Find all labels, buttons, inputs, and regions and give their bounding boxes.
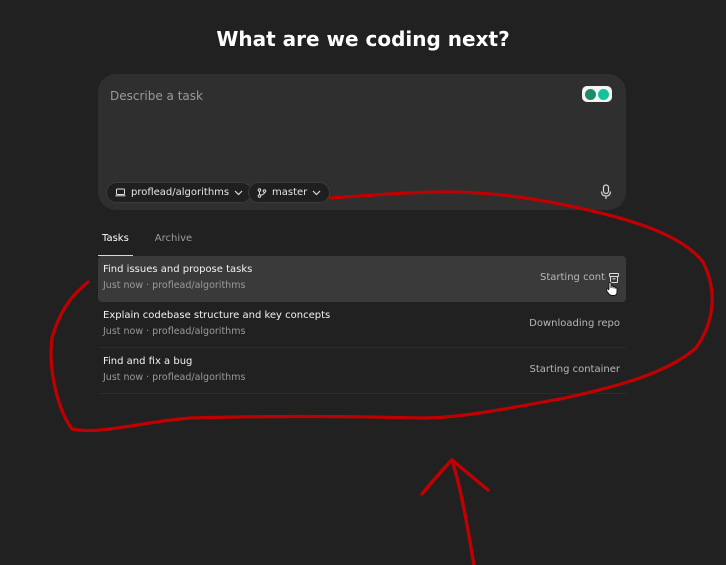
task-input[interactable] <box>110 86 570 106</box>
task-tabs: Tasks Archive <box>98 232 196 256</box>
task-composer: proflead/algorithms master <box>98 74 626 210</box>
branch-selector[interactable]: master <box>248 182 331 203</box>
microphone-icon[interactable] <box>600 184 612 200</box>
task-title: Find and fix a bug <box>103 356 193 367</box>
chevron-down-icon <box>234 190 243 195</box>
branch-label: master <box>272 187 308 198</box>
hand-cursor-icon <box>605 281 618 296</box>
task-row[interactable]: Find and fix a bug Just now · proflead/a… <box>98 348 626 394</box>
task-title: Find issues and propose tasks <box>103 264 253 275</box>
page-title: What are we coding next? <box>216 27 510 51</box>
repo-selector[interactable]: proflead/algorithms <box>106 182 253 203</box>
task-row[interactable]: Find issues and propose tasks Just now ·… <box>98 256 626 302</box>
task-list: Find issues and propose tasks Just now ·… <box>98 256 626 394</box>
task-row[interactable]: Explain codebase structure and key conce… <box>98 302 626 348</box>
tab-tasks[interactable]: Tasks <box>98 232 133 256</box>
grammarly-icon[interactable] <box>582 86 612 102</box>
task-status: Starting container <box>529 364 620 375</box>
laptop-icon <box>115 188 126 197</box>
tab-archive[interactable]: Archive <box>151 232 196 256</box>
task-status: Downloading repo <box>529 318 620 329</box>
repo-label: proflead/algorithms <box>131 187 230 198</box>
task-title: Explain codebase structure and key conce… <box>103 310 331 321</box>
git-branch-icon <box>257 187 267 198</box>
task-meta: Just now · proflead/algorithms <box>103 372 246 383</box>
task-status: Starting container <box>540 272 606 283</box>
task-meta: Just now · proflead/algorithms <box>103 280 246 291</box>
task-meta: Just now · proflead/algorithms <box>103 326 246 337</box>
chevron-down-icon <box>312 190 321 195</box>
